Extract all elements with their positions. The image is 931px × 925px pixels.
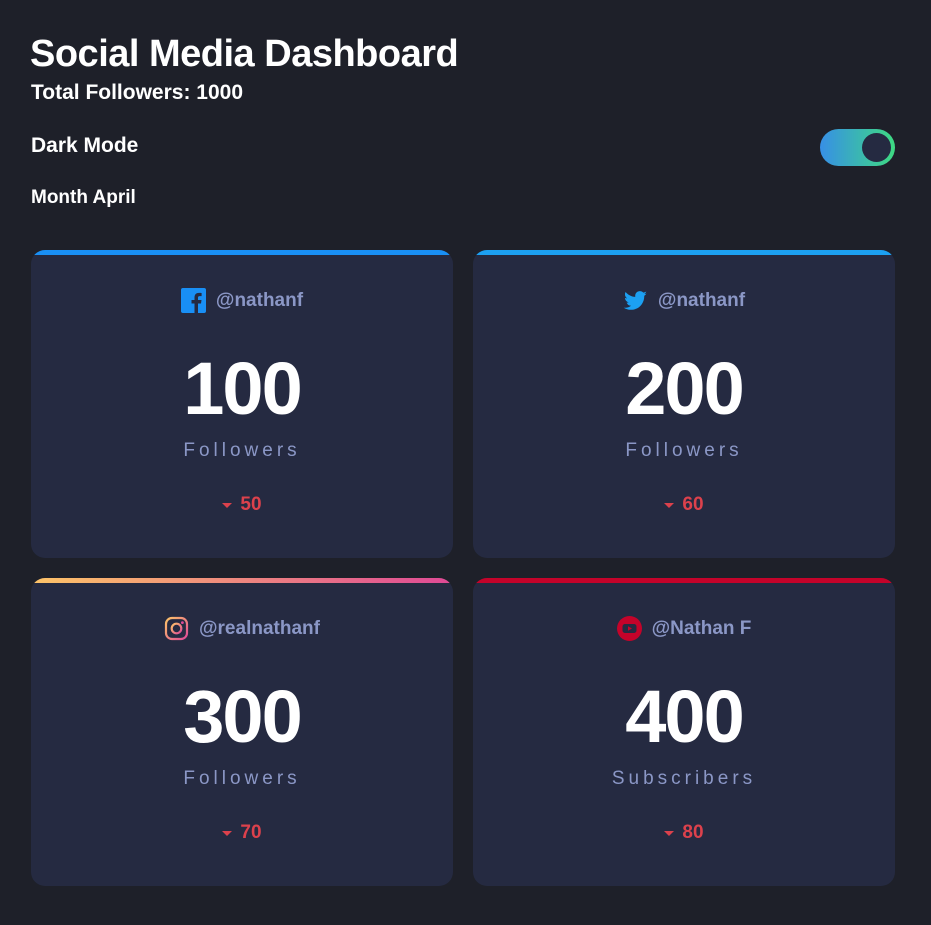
down-arrow-icon [222, 502, 233, 508]
total-followers: Total Followers: 1000 [31, 81, 243, 104]
twitter-icon [623, 288, 648, 313]
dark-mode-toggle[interactable] [820, 129, 895, 166]
card-accent-bar [31, 578, 453, 583]
page-title: Social Media Dashboard [30, 33, 459, 75]
today-change: 70 [31, 822, 453, 844]
count-unit: Followers [625, 440, 743, 461]
month-label: Month April [31, 187, 136, 208]
dashboard-page: Social Media Dashboard Total Followers: … [0, 0, 931, 925]
facebook-card[interactable]: @nathanf 100 Followers 50 [31, 250, 453, 558]
follower-count: 200 [625, 347, 744, 430]
today-change: 80 [473, 822, 895, 844]
change-value: 60 [682, 494, 704, 515]
count-unit: Followers [183, 440, 301, 461]
youtube-card[interactable]: @Nathan F 400 Subscribers 80 [473, 578, 895, 886]
count-unit: Followers [183, 768, 301, 789]
handle-text: @Nathan F [651, 617, 752, 639]
count-unit: Subscribers [611, 768, 757, 789]
down-arrow-icon [664, 502, 675, 508]
instagram-card[interactable]: @realnathanf 300 Followers 70 [31, 578, 453, 886]
handle-text: @nathanf [215, 289, 304, 311]
down-arrow-icon [664, 830, 675, 836]
today-change: 50 [31, 494, 453, 516]
card-handle: @Nathan F [473, 616, 895, 641]
card-handle: @realnathanf [31, 616, 453, 641]
twitter-card[interactable]: @nathanf 200 Followers 60 [473, 250, 895, 558]
instagram-icon [164, 616, 189, 641]
dark-mode-label: Dark Mode [31, 134, 139, 157]
handle-text: @nathanf [657, 289, 746, 311]
follower-count: 300 [183, 675, 302, 758]
toggle-knob [862, 133, 891, 162]
card-handle: @nathanf [473, 288, 895, 313]
subscriber-count: 400 [625, 675, 744, 758]
today-change: 60 [473, 494, 895, 516]
change-value: 70 [240, 822, 262, 843]
down-arrow-icon [222, 830, 233, 836]
card-accent-bar [31, 250, 453, 255]
card-accent-bar [473, 578, 895, 583]
change-value: 50 [240, 494, 262, 515]
card-handle: @nathanf [31, 288, 453, 313]
follower-count: 100 [183, 347, 302, 430]
card-accent-bar [473, 250, 895, 255]
facebook-icon [180, 288, 206, 313]
change-value: 80 [682, 822, 704, 843]
handle-text: @realnathanf [199, 617, 320, 639]
youtube-icon [616, 616, 642, 641]
